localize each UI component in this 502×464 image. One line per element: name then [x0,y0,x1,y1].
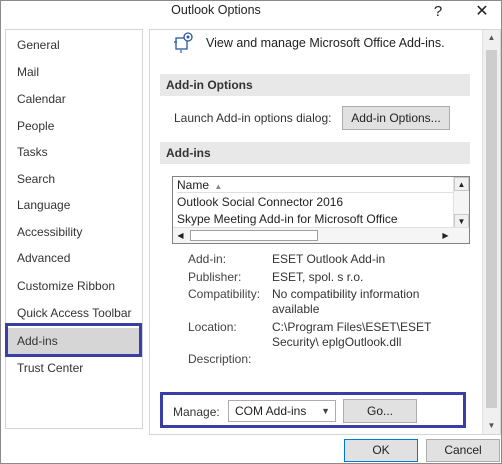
sidebar-item-search[interactable]: Search [6,166,142,192]
sidebar-item-accessibility[interactable]: Accessibility [6,219,142,245]
add-ins-highlight-frame [5,323,142,357]
manage-select[interactable]: COM Add-ins ▼ [228,400,336,422]
manage-selected-option: COM Add-ins [235,404,307,418]
launch-dialog-label: Launch Add-in options dialog: [174,111,332,125]
location-label: Location: [188,320,237,334]
sidebar-item-calendar[interactable]: Calendar [6,86,142,112]
close-icon[interactable]: ✕ [467,1,497,23]
help-icon[interactable]: ? [423,1,453,23]
section-add-in-options: Add-in Options [160,74,470,96]
section-add-ins: Add-ins [160,142,470,164]
sidebar-item-general[interactable]: General [6,32,142,58]
cancel-button[interactable]: Cancel [426,439,500,462]
sidebar: General Mail Calendar People Tasks Searc… [5,29,143,429]
add-ins-list[interactable]: Name ▲ Outlook Social Connector 2016 Sky… [172,176,470,244]
chevron-down-icon: ▼ [321,406,330,416]
list-item[interactable]: Outlook Social Connector 2016 [177,193,343,211]
sidebar-item-mail[interactable]: Mail [6,59,142,85]
sidebar-item-customize-ribbon[interactable]: Customize Ribbon [6,273,142,299]
add-ins-icon [174,32,193,53]
window-title: Outlook Options [171,3,261,17]
page-title: View and manage Microsoft Office Add-ins… [206,36,445,50]
compatibility-value: No compatibility information available [272,287,420,316]
sidebar-item-tasks[interactable]: Tasks [6,139,142,165]
scroll-down-icon[interactable]: ▼ [483,418,500,434]
sidebar-item-language[interactable]: Language [6,192,142,218]
publisher-value: ESET, spol. s r.o. [272,270,364,284]
publisher-label: Publisher: [188,270,242,284]
scroll-up-icon[interactable]: ▲ [483,30,500,46]
sidebar-item-trust-center[interactable]: Trust Center [6,355,142,381]
go-button[interactable]: Go... [343,399,417,423]
content-scroll-thumb[interactable] [486,50,497,408]
content-panel: View and manage Microsoft Office Add-ins… [149,29,501,435]
scroll-left-icon[interactable]: ◀ [173,228,188,243]
content-vertical-scrollbar[interactable]: ▲ ▼ [482,30,500,434]
list-vertical-scrollbar[interactable]: ▲ ▼ [453,177,469,228]
outlook-options-dialog: Outlook Options ? ✕ General Mail Calenda… [0,0,502,464]
ok-button[interactable]: OK [344,439,418,462]
title-bar: Outlook Options ? ✕ [1,1,501,25]
horizontal-scroll-thumb[interactable] [190,230,318,241]
compatibility-label: Compatibility: [188,287,261,301]
name-column-header[interactable]: Name ▲ [177,177,453,193]
manage-label: Manage: [173,405,220,419]
addin-label: Add-in: [188,252,227,266]
scroll-right-icon[interactable]: ▶ [438,228,453,243]
sidebar-item-advanced[interactable]: Advanced [6,245,142,271]
add-in-options-button[interactable]: Add-in Options... [342,106,450,130]
location-value: C:\Program Files\ESET\ESET Security\ epl… [272,320,432,349]
name-column-label: Name [177,178,210,192]
sort-ascending-icon: ▲ [214,182,223,191]
scroll-up-icon[interactable]: ▲ [454,177,469,191]
addin-value: ESET Outlook Add-in [272,252,386,266]
scroll-down-icon[interactable]: ▼ [454,214,469,228]
sidebar-item-people[interactable]: People [6,113,142,139]
list-horizontal-scrollbar[interactable]: ◀ ▶ [173,227,469,243]
list-item[interactable]: Skype Meeting Add-in for Microsoft Offic… [177,210,398,228]
description-label: Description: [188,352,252,366]
